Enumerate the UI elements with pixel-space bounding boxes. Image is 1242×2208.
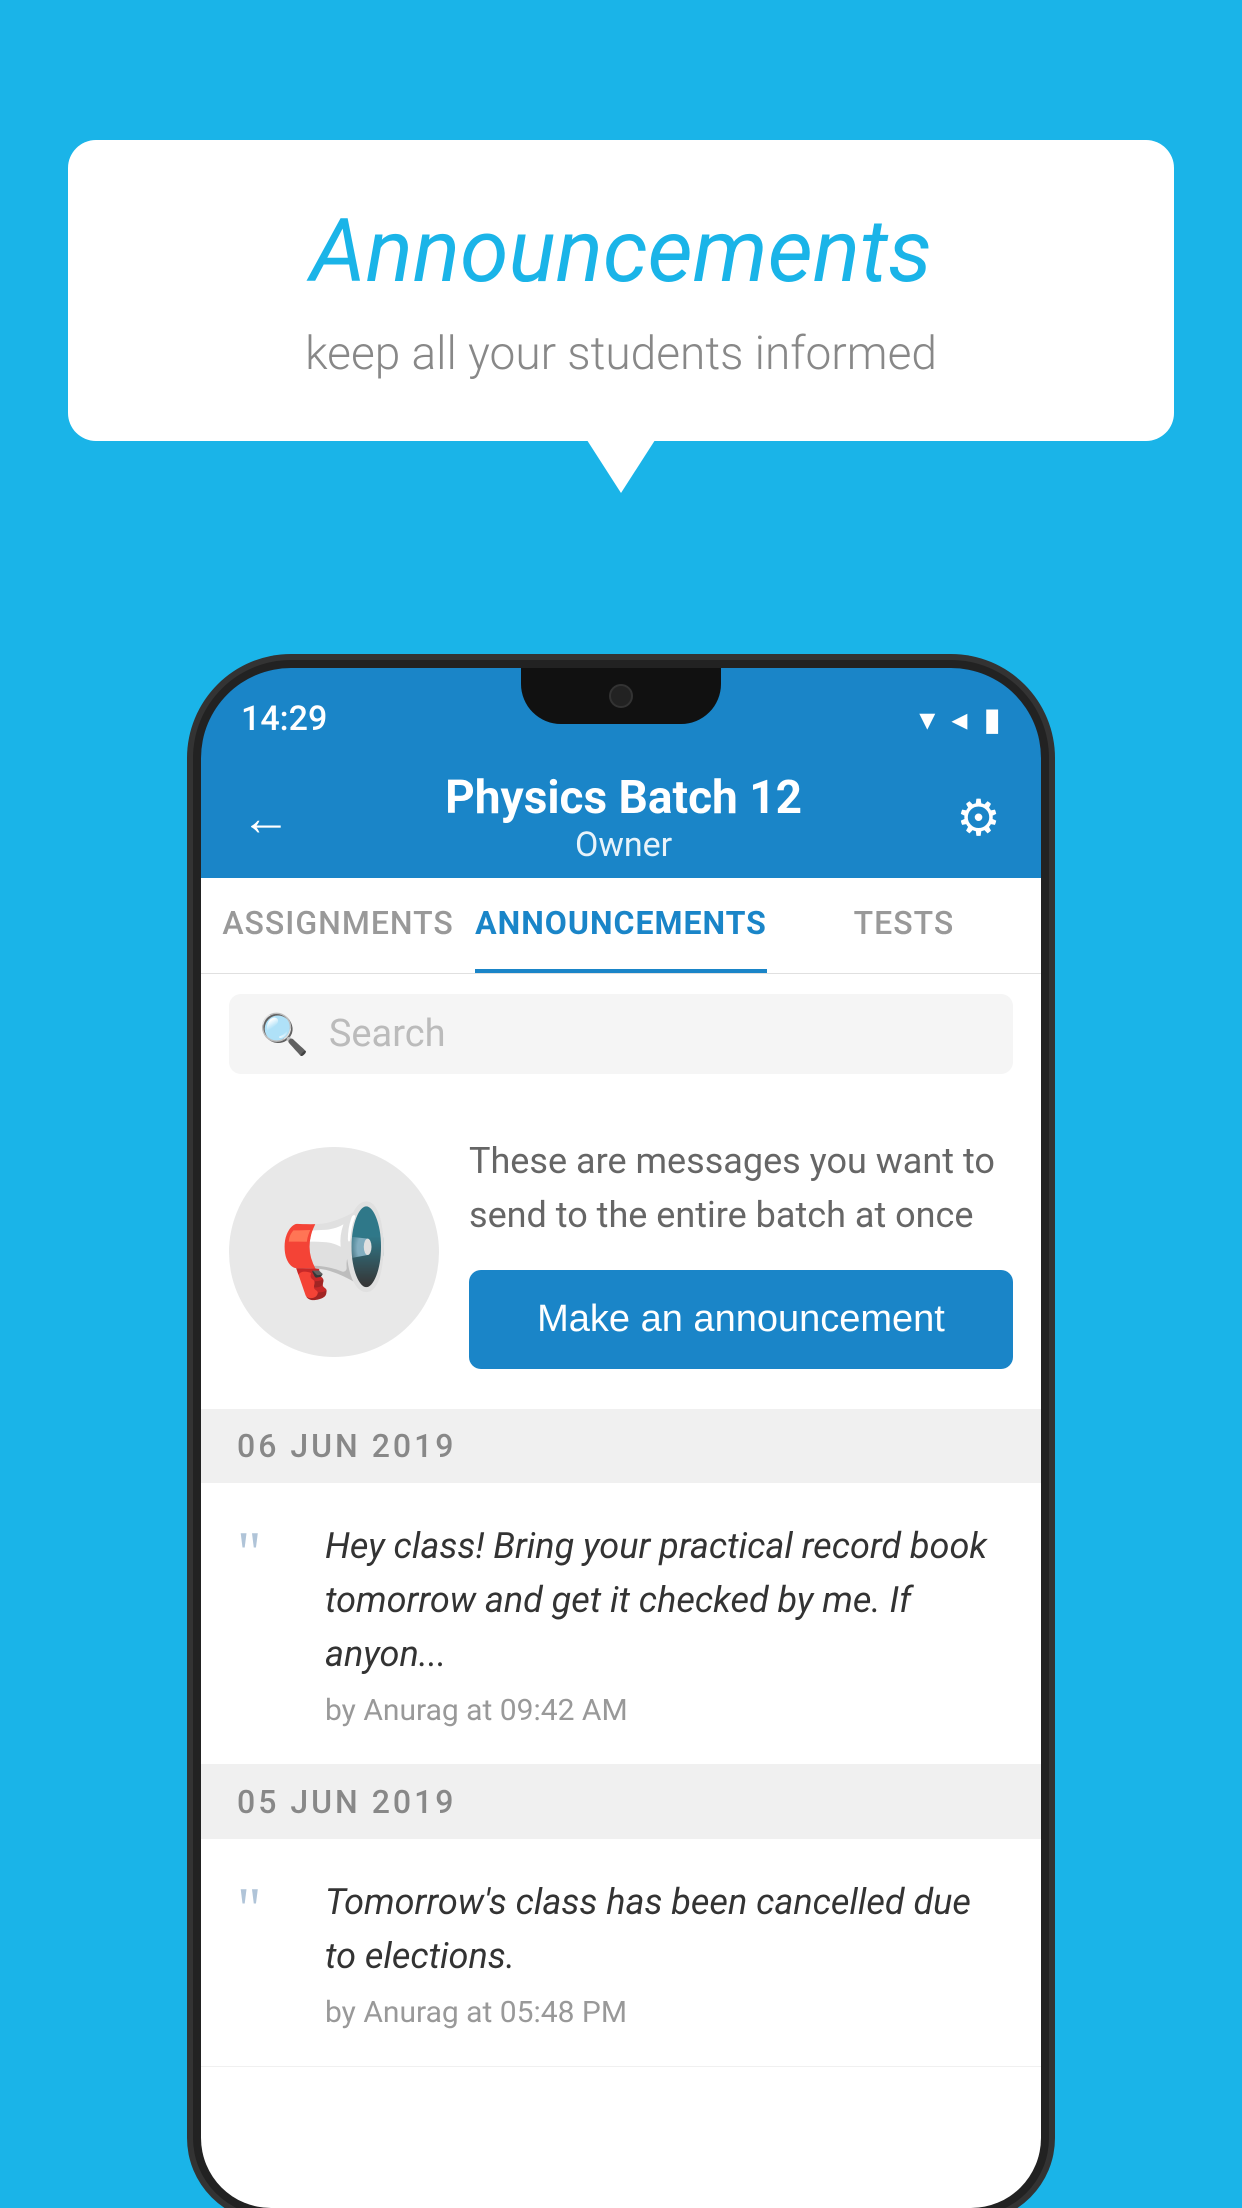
search-bar[interactable]: 🔍 Search <box>229 994 1013 1074</box>
wifi-icon: ▾ <box>919 700 935 738</box>
signal-icon: ◂ <box>951 700 967 738</box>
camera <box>609 684 633 708</box>
date-divider-1: 06 JUN 2019 <box>201 1409 1041 1483</box>
promo-description: These are messages you want to send to t… <box>469 1134 1013 1242</box>
phone-content: 🔍 Search 📢 These are messages you want t… <box>201 974 1041 2208</box>
promo-section: 📢 These are messages you want to send to… <box>201 1094 1041 1409</box>
announcement-text-group-2: Tomorrow's class has been cancelled due … <box>325 1875 1005 2030</box>
speech-bubble-subtitle: keep all your students informed <box>148 327 1094 381</box>
date-divider-2: 05 JUN 2019 <box>201 1765 1041 1839</box>
announcement-item-2[interactable]: " Tomorrow's class has been cancelled du… <box>201 1839 1041 2067</box>
speech-bubble-title: Announcements <box>148 200 1094 303</box>
phone-frame: 14:29 ▾ ◂ ▮ ← Physics Batch 12 Owner ⚙ A… <box>201 668 1041 2208</box>
announcement-text-1: Hey class! Bring your practical record b… <box>325 1519 1005 1681</box>
back-button[interactable]: ← <box>241 789 291 848</box>
status-bar: 14:29 ▾ ◂ ▮ <box>201 668 1041 758</box>
status-time: 14:29 <box>241 699 327 739</box>
tab-assignments[interactable]: ASSIGNMENTS <box>201 878 475 973</box>
batch-role: Owner <box>445 825 802 865</box>
search-placeholder: Search <box>329 1012 446 1056</box>
promo-text-area: These are messages you want to send to t… <box>469 1134 1013 1369</box>
tabs-bar: ASSIGNMENTS ANNOUNCEMENTS TESTS <box>201 878 1041 974</box>
search-icon: 🔍 <box>259 1011 309 1058</box>
batch-title: Physics Batch 12 <box>445 771 802 825</box>
status-icons: ▾ ◂ ▮ <box>919 700 1001 738</box>
speech-bubble-section: Announcements keep all your students inf… <box>68 140 1174 441</box>
battery-icon: ▮ <box>983 700 1001 738</box>
announcement-meta-2: by Anurag at 05:48 PM <box>325 1995 1005 2030</box>
promo-icon-circle: 📢 <box>229 1147 439 1357</box>
make-announcement-button[interactable]: Make an announcement <box>469 1270 1013 1369</box>
header-title-group: Physics Batch 12 Owner <box>445 771 802 865</box>
megaphone-icon: 📢 <box>278 1199 390 1304</box>
announcement-text-2: Tomorrow's class has been cancelled due … <box>325 1875 1005 1983</box>
quote-icon-2: " <box>237 1879 297 1939</box>
search-bar-container: 🔍 Search <box>201 974 1041 1094</box>
speech-bubble: Announcements keep all your students inf… <box>68 140 1174 441</box>
announcement-item-1[interactable]: " Hey class! Bring your practical record… <box>201 1483 1041 1765</box>
tab-announcements[interactable]: ANNOUNCEMENTS <box>475 878 767 973</box>
tab-tests[interactable]: TESTS <box>767 878 1041 973</box>
settings-icon[interactable]: ⚙ <box>956 789 1001 848</box>
quote-icon-1: " <box>237 1523 297 1583</box>
app-header: ← Physics Batch 12 Owner ⚙ <box>201 758 1041 878</box>
announcement-text-group-1: Hey class! Bring your practical record b… <box>325 1519 1005 1728</box>
notch <box>521 668 721 724</box>
announcement-meta-1: by Anurag at 09:42 AM <box>325 1693 1005 1728</box>
